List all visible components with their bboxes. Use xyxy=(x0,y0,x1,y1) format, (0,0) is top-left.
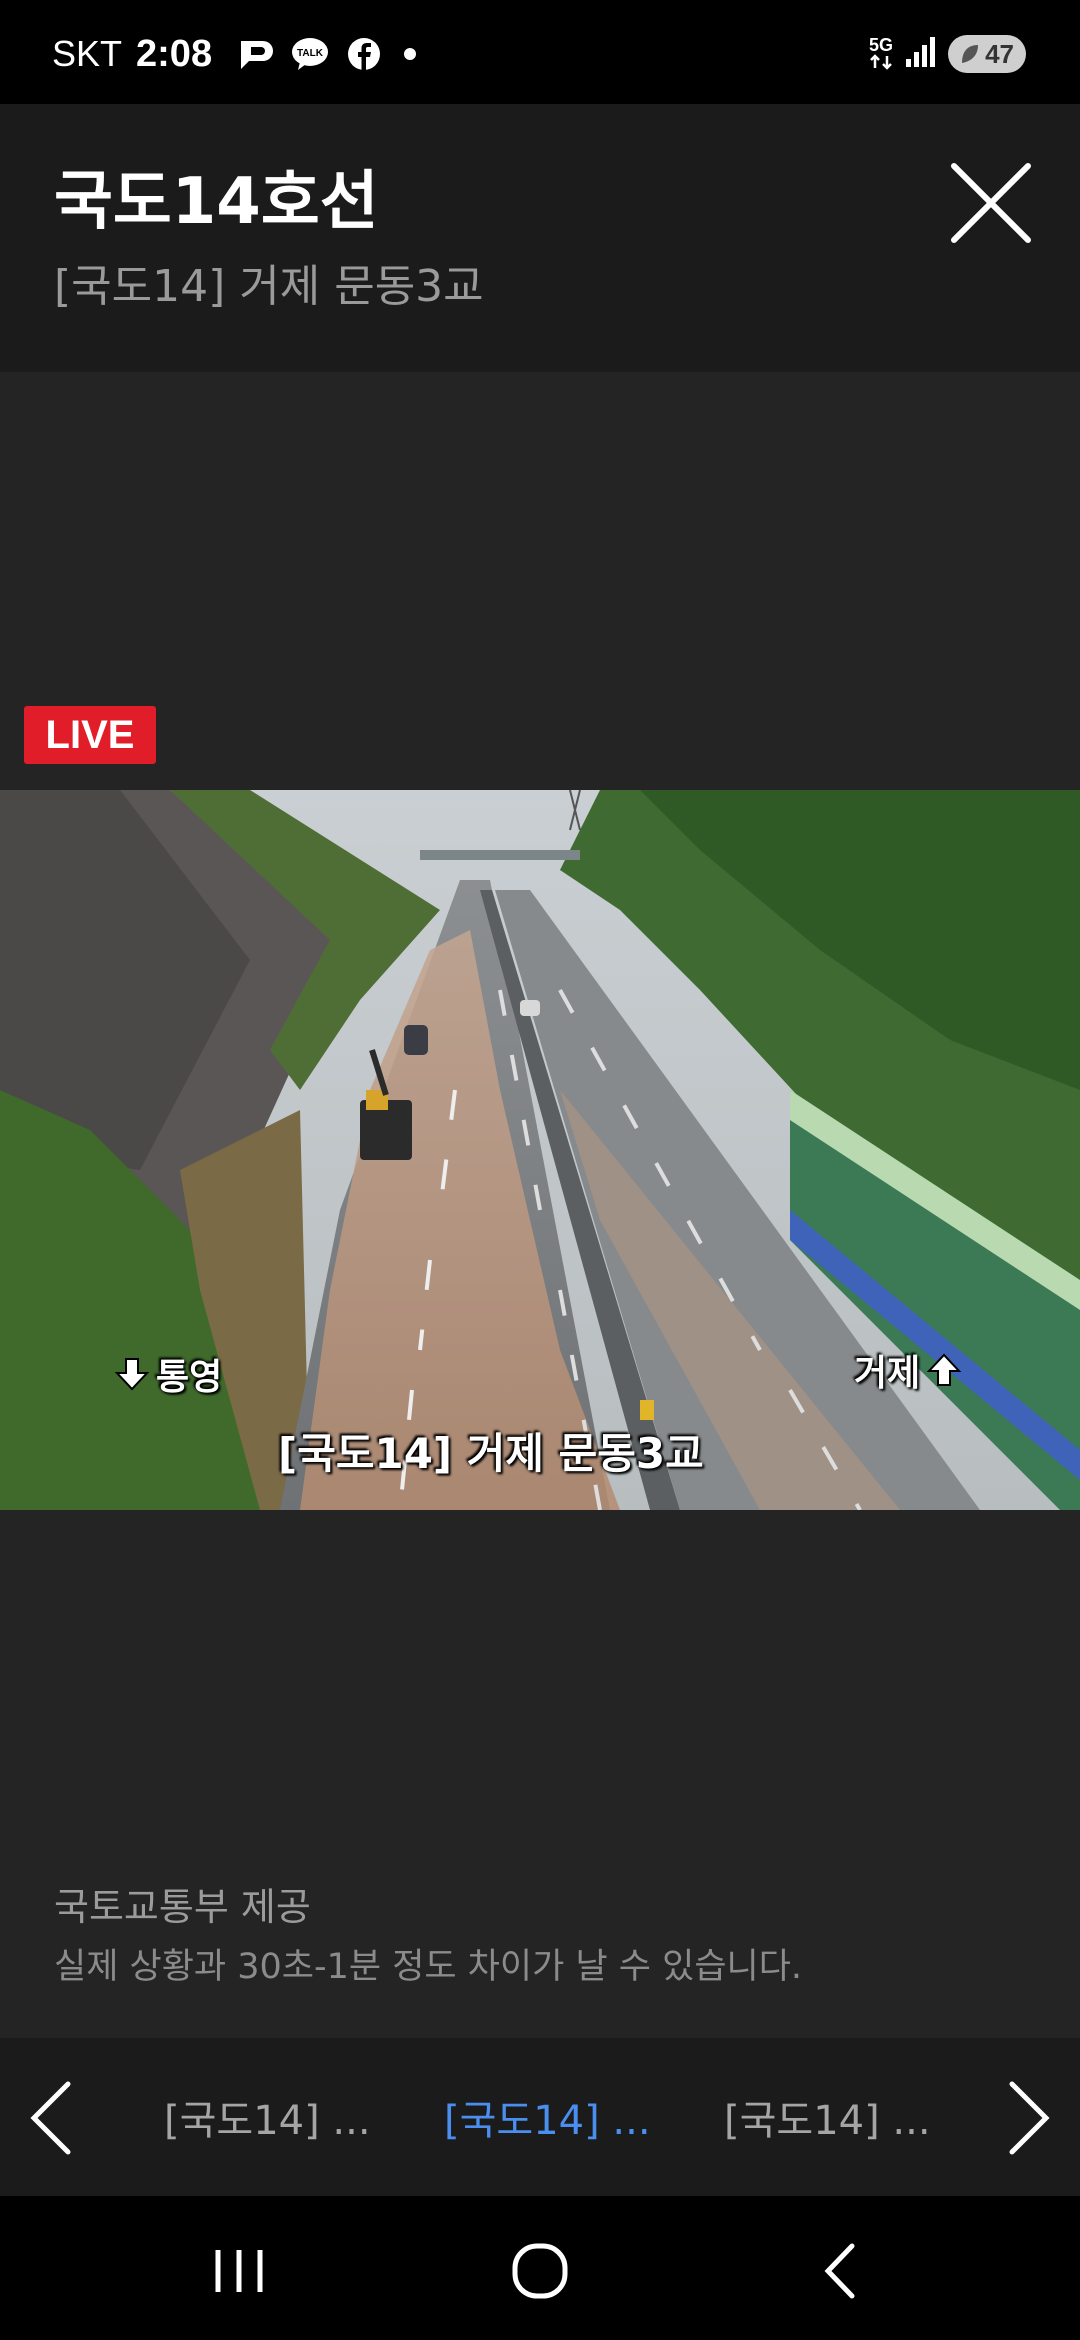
recent-apps-button[interactable] xyxy=(204,2236,274,2306)
close-button[interactable] xyxy=(948,160,1034,246)
network-label: 5G xyxy=(868,34,893,55)
header: 국도14호선 [국도14] 거제 문동3교 xyxy=(0,104,1080,372)
carrier-label: SKT xyxy=(52,33,123,74)
talk-label: TALK xyxy=(297,48,324,59)
home-icon xyxy=(512,2243,568,2299)
arrow-up-icon xyxy=(926,1353,962,1386)
back-icon xyxy=(824,2243,855,2299)
arrow-down-icon xyxy=(114,1358,150,1391)
video-caption: [국도14] 거제 문동3교 xyxy=(278,1429,704,1478)
status-right: 5G 47 xyxy=(868,30,1026,78)
system-nav-bar xyxy=(0,2196,1080,2340)
page-title: 국도14호선 xyxy=(54,165,379,239)
camera-carousel: [국도14] ... [국도14] ... [국도14] ... xyxy=(0,2038,1080,2196)
direction-left-text: 통영 xyxy=(156,1357,223,1398)
network-5g-icon: 5G xyxy=(868,36,894,73)
close-icon xyxy=(951,163,1031,243)
status-left: SKT 2:08 TALK xyxy=(52,26,417,82)
camera-item-prev[interactable]: [국도14] ... xyxy=(164,2088,371,2146)
status-bar: SKT 2:08 TALK 5G 47 xyxy=(0,0,1080,104)
direction-right-text: 거제 xyxy=(854,1353,921,1394)
battery-icon: 47 xyxy=(948,35,1026,73)
direction-right-label: 거제 xyxy=(854,1344,962,1396)
camera-item-current[interactable]: [국도14] ... xyxy=(444,2088,651,2146)
chevron-right-icon xyxy=(1009,2081,1050,2155)
clock: 2:08 xyxy=(136,32,213,75)
provider-label: 국토교통부 제공 xyxy=(54,1885,311,1929)
kakaotalk-icon: TALK xyxy=(290,34,330,74)
next-camera-button[interactable] xyxy=(998,2080,1058,2156)
cctv-video[interactable]: 통영 거제 [국도14] 거제 문동3교 xyxy=(0,790,1080,1510)
recent-apps-icon xyxy=(215,2250,263,2292)
facebook-icon xyxy=(344,34,384,74)
cctv-frame-image xyxy=(0,790,1080,1510)
battery-level: 47 xyxy=(985,38,1014,69)
delay-disclaimer: 실제 상황과 30초-1분 정도 차이가 날 수 있습니다. xyxy=(54,1947,803,1987)
home-button[interactable] xyxy=(505,2236,575,2306)
camera-item-next[interactable]: [국도14] ... xyxy=(724,2088,931,2146)
pay-icon xyxy=(236,34,276,74)
more-dot-icon xyxy=(404,48,417,60)
page-subtitle: [국도14] 거제 문동3교 xyxy=(54,261,484,312)
signal-icon xyxy=(904,35,938,73)
chevron-left-icon xyxy=(30,2081,71,2155)
back-button[interactable] xyxy=(808,2236,878,2306)
previous-camera-button[interactable] xyxy=(22,2080,82,2156)
live-badge: LIVE xyxy=(24,706,156,764)
player-area: LIVE 통영 거제 [국도14] 거제 문동3교 국토교통부 제공 실제 상황… xyxy=(0,372,1080,2038)
direction-left-label: 통영 xyxy=(114,1348,222,1400)
